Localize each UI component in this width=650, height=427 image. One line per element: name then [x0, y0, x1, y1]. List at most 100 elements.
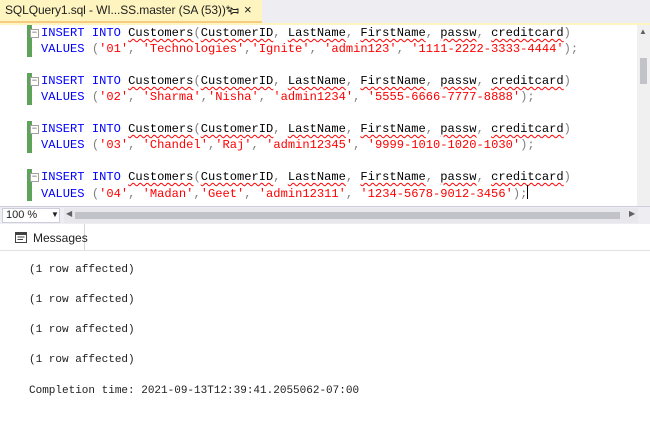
- punctuation: ,: [425, 122, 433, 136]
- string-literal: 'admin12345': [266, 138, 354, 152]
- sql-keyword: INTO: [91, 170, 121, 184]
- scroll-up-icon[interactable]: ▲: [639, 27, 647, 36]
- string-literal: 'Madan': [142, 187, 194, 201]
- string-literal: 'admin123': [324, 42, 397, 56]
- code-line: INSERT INTO Customers(CustomerID, LastNa…: [41, 73, 578, 89]
- collapse-toggle-icon[interactable]: −: [30, 77, 39, 86]
- table-name: Customers: [128, 26, 194, 40]
- punctuation: ,: [200, 90, 208, 104]
- string-literal: '01': [99, 42, 129, 56]
- punctuation: ;: [570, 42, 579, 56]
- results-pane: Messages (1 row affected) (1 row affecte…: [0, 224, 650, 427]
- punctuation: ,: [273, 122, 281, 136]
- collapse-toggle-icon[interactable]: −: [30, 29, 39, 38]
- sql-keyword: VALUES: [41, 187, 85, 201]
- punctuation: ): [563, 26, 571, 40]
- results-tab-strip: Messages: [0, 224, 650, 250]
- string-literal: 'admin12311': [258, 187, 346, 201]
- punctuation: ): [563, 74, 571, 88]
- column-name: CustomerID: [200, 122, 274, 136]
- column-name: passw: [440, 170, 477, 184]
- punctuation: (: [193, 26, 201, 40]
- punctuation: ,: [353, 138, 361, 152]
- column-name: FirstName: [360, 74, 426, 88]
- punctuation: ,: [128, 138, 136, 152]
- punctuation: ,: [425, 26, 433, 40]
- punctuation: ,: [128, 42, 136, 56]
- column-name: CustomerID: [200, 74, 274, 88]
- chevron-down-icon[interactable]: ▼: [51, 210, 59, 219]
- punctuation: (: [193, 170, 201, 184]
- punctuation: ,: [345, 74, 354, 88]
- column-name: creditcard: [491, 26, 564, 40]
- code-line: INSERT INTO Customers(CustomerID, LastNa…: [41, 121, 578, 137]
- horizontal-scroll-thumb[interactable]: [75, 212, 620, 219]
- collapse-toggle-icon[interactable]: −: [30, 125, 39, 134]
- column-name: passw: [440, 122, 477, 136]
- sql-keyword: INTO: [91, 74, 121, 88]
- close-icon[interactable]: ×: [244, 3, 252, 17]
- sql-keyword: INSERT: [41, 170, 85, 184]
- pin-icon[interactable]: [227, 5, 239, 17]
- column-name: creditcard: [491, 74, 564, 88]
- messages-icon: [15, 232, 27, 243]
- collapse-toggle-icon[interactable]: −: [30, 173, 39, 182]
- column-name: creditcard: [491, 122, 564, 136]
- message-line: (1 row affected): [29, 354, 135, 366]
- punctuation: ,: [309, 42, 317, 56]
- string-literal: 'Chandel': [142, 138, 208, 152]
- query-tab[interactable]: SQLQuery1.sql - WI...SS.master (SA (53))…: [0, 0, 262, 23]
- string-literal: 'Ignite': [251, 42, 310, 56]
- punctuation: ,: [345, 187, 354, 201]
- punctuation: ): [563, 42, 571, 56]
- table-name: Customers: [128, 122, 194, 136]
- sql-editor[interactable]: − − − − INSERT INTO Customers(CustomerID…: [0, 25, 650, 206]
- string-literal: '03': [99, 138, 129, 152]
- punctuation: (: [193, 74, 201, 88]
- zoom-dropdown[interactable]: 100 % ▼: [2, 208, 60, 223]
- editor-vertical-scrollbar[interactable]: [637, 25, 650, 206]
- punctuation: ): [563, 122, 571, 136]
- column-name: creditcard: [491, 170, 564, 184]
- punctuation: ,: [476, 26, 484, 40]
- string-literal: 'Sharma': [142, 90, 201, 104]
- scroll-right-icon[interactable]: ▶: [629, 209, 635, 218]
- string-literal: 'Geet': [200, 187, 245, 201]
- punctuation: ;: [527, 138, 535, 152]
- code-line: INSERT INTO Customers(CustomerID, LastNa…: [41, 169, 578, 185]
- editor-status-bar: 100 % ▼ ◀ ▶: [0, 206, 650, 224]
- punctuation: ,: [345, 170, 354, 184]
- column-name: CustomerID: [200, 26, 274, 40]
- punctuation: ;: [527, 90, 535, 104]
- punctuation: ;: [520, 187, 528, 201]
- punctuation: ): [563, 170, 571, 184]
- punctuation: ,: [273, 74, 281, 88]
- string-literal: '02': [99, 90, 129, 104]
- string-literal: 'admin1234': [273, 90, 354, 104]
- punctuation: ,: [273, 26, 281, 40]
- column-name: LastName: [287, 122, 346, 136]
- message-line: (1 row affected): [29, 324, 135, 336]
- punctuation: ,: [425, 74, 433, 88]
- tab-messages[interactable]: Messages: [0, 224, 88, 250]
- sql-code[interactable]: INSERT INTO Customers(CustomerID, LastNa…: [41, 25, 578, 201]
- code-line: INSERT INTO Customers(CustomerID, LastNa…: [41, 25, 578, 41]
- editor-scroll-thumb[interactable]: [640, 58, 647, 84]
- code-line: VALUES ('03', 'Chandel','Raj', 'admin123…: [41, 137, 578, 153]
- punctuation: ,: [244, 42, 252, 56]
- sql-keyword: INTO: [91, 122, 121, 136]
- column-name: FirstName: [360, 122, 426, 136]
- punctuation: ,: [476, 122, 484, 136]
- punctuation: (: [91, 90, 100, 104]
- message-line: (1 row affected): [29, 294, 135, 306]
- punctuation: (: [91, 138, 100, 152]
- message-line: (1 row affected): [29, 264, 135, 276]
- punctuation: ,: [244, 187, 252, 201]
- punctuation: ,: [128, 187, 136, 201]
- column-name: LastName: [287, 26, 346, 40]
- sql-keyword: INTO: [91, 26, 121, 40]
- scroll-left-icon[interactable]: ◀: [66, 209, 72, 218]
- completion-time: Completion time: 2021-09-13T12:39:41.205…: [29, 385, 360, 397]
